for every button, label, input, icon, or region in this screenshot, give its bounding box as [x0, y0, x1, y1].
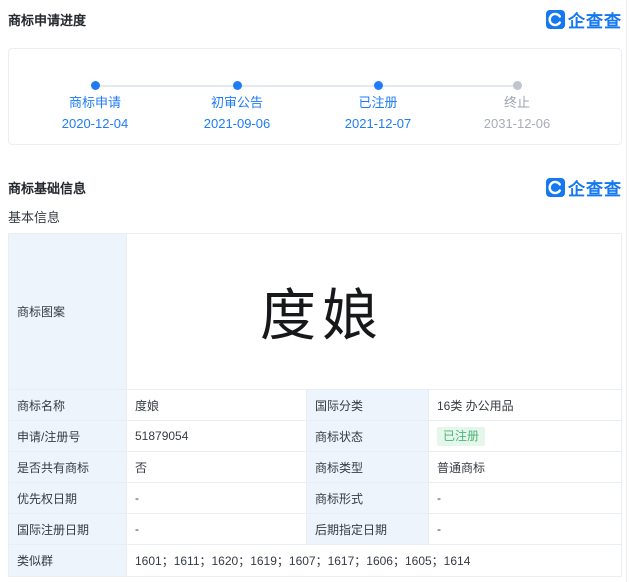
value-trademark-type: 普通商标 — [429, 452, 621, 483]
row-label-shared-trademark: 是否共有商标 — [9, 452, 127, 483]
timeline-dot-announced — [232, 81, 242, 90]
trademark-image-text: 度娘 — [260, 286, 384, 348]
value-priority-date: - — [127, 483, 307, 514]
row-label-intl-reg-date: 国际注册日期 — [9, 514, 127, 545]
row-label-similar-group: 类似群 — [9, 545, 127, 576]
timeline-step-label: 已注册 — [358, 95, 398, 110]
timeline-dot-applied — [90, 81, 100, 90]
timeline-connector-line — [95, 85, 517, 87]
timeline-step-date: 2021-09-06 — [203, 116, 271, 131]
qichacha-logo[interactable]: 企查查 — [546, 7, 622, 32]
timeline-step-announced: 初审公告 2021-09-06 — [177, 92, 297, 131]
row-label-later-designation-date: 后期指定日期 — [307, 514, 429, 545]
value-intl-class: 16类 办公用品 — [429, 390, 621, 421]
qichacha-c-icon — [546, 9, 565, 29]
timeline-step-applied: 商标申请 2020-12-04 — [35, 92, 155, 131]
timeline-dot-terminated — [512, 81, 522, 90]
value-reg-number: 51879054 — [127, 421, 307, 452]
row-label-reg-number: 申请/注册号 — [9, 421, 127, 452]
qichacha-logo-text: 企查查 — [568, 11, 622, 31]
row-label-trademark-form: 商标形式 — [307, 483, 429, 514]
timeline-step-label: 商标申请 — [68, 95, 121, 110]
value-intl-reg-date: - — [127, 514, 307, 545]
basic-section-title: 商标基础信息 — [8, 180, 87, 196]
progress-section-title: 商标申请进度 — [8, 12, 87, 28]
row-label-trademark-image: 商标图案 — [9, 234, 127, 390]
qichacha-c-icon — [546, 177, 565, 197]
timeline-step-label: 终止 — [503, 95, 530, 110]
page-right-edge — [626, 0, 627, 582]
timeline-step-registered: 已注册 2021-12-07 — [318, 92, 438, 131]
row-label-intl-class: 国际分类 — [307, 390, 429, 421]
qichacha-logo[interactable]: 企查查 — [546, 175, 622, 200]
qichacha-logo-text: 企查查 — [568, 179, 622, 199]
value-similar-group: 1601；1611；1620；1619；1607；1617；1606；1605；… — [135, 554, 471, 568]
progress-section-header: 商标申请进度 企查查 — [8, 6, 622, 32]
value-shared-trademark: 否 — [127, 452, 307, 483]
timeline-step-date: 2021-12-07 — [344, 116, 412, 131]
progress-timeline-card: 商标申请 2020-12-04 初审公告 2021-09-06 已注册 2021… — [8, 48, 622, 145]
value-trademark-status: 已注册 — [429, 421, 621, 452]
value-later-designation-date: - — [429, 514, 621, 545]
timeline-step-terminated: 终止 2031-12-06 — [457, 92, 577, 131]
row-label-trademark-name: 商标名称 — [9, 390, 127, 421]
basic-section-header: 商标基础信息 企查查 — [8, 174, 622, 200]
status-badge: 已注册 — [437, 426, 486, 446]
timeline-step-label: 初审公告 — [210, 95, 263, 110]
timeline-dot-registered — [373, 81, 383, 90]
basic-info-subtitle: 基本信息 — [8, 210, 61, 225]
basic-info-table: 商标图案 度娘 商标名称 度娘 国际分类 16类 办公用品 申请/注册号 518… — [8, 233, 622, 577]
row-label-trademark-type: 商标类型 — [307, 452, 429, 483]
value-trademark-form: - — [429, 483, 621, 514]
timeline-step-date: 2031-12-06 — [483, 116, 551, 131]
row-label-priority-date: 优先权日期 — [9, 483, 127, 514]
trademark-detail-page: 商标申请进度 企查查 商标申请 2020-12-04 初审公告 2021-09-… — [0, 0, 630, 582]
trademark-image-cell: 度娘 — [127, 234, 621, 390]
value-trademark-name: 度娘 — [127, 390, 307, 421]
row-label-trademark-status: 商标状态 — [307, 421, 429, 452]
timeline-step-date: 2020-12-04 — [61, 116, 129, 131]
